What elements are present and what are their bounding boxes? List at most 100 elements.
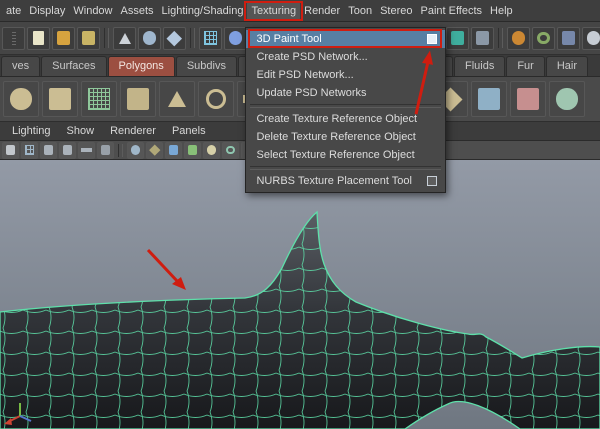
display-layers-icon[interactable]	[557, 26, 580, 50]
poly-sphere-icon[interactable]	[3, 81, 39, 117]
poly-torus-icon-glyph	[206, 89, 226, 109]
interactive-split-icon[interactable]	[471, 81, 507, 117]
xray-icon[interactable]	[203, 141, 220, 159]
select-by-component-icon[interactable]	[163, 26, 186, 50]
snap-to-curve-icon[interactable]	[224, 26, 247, 50]
menu-help[interactable]: Help	[486, 2, 517, 20]
menu-item-delete-texture-reference-object[interactable]: Delete Texture Reference Object	[246, 128, 445, 146]
poly-sphere-axes-icon[interactable]	[81, 81, 117, 117]
poly-cone-icon-glyph	[168, 91, 186, 107]
smooth-icon-glyph	[556, 88, 578, 110]
two-panes-icon[interactable]	[184, 141, 201, 159]
quick-select-icon[interactable]	[582, 26, 600, 50]
menu-ate[interactable]: ate	[2, 2, 25, 20]
menu-item-label: Edit PSD Network...	[256, 69, 354, 81]
bookmarks-icon[interactable]	[146, 141, 163, 159]
paint-effects-icon[interactable]	[507, 26, 530, 50]
new-scene-icon[interactable]	[27, 26, 50, 50]
menu-render[interactable]: Render	[300, 2, 344, 20]
menu-toon[interactable]: Toon	[344, 2, 376, 20]
panel-menu-renderer[interactable]: Renderer	[102, 123, 164, 139]
open-scene-icon[interactable]	[52, 26, 75, 50]
render-settings-icon[interactable]	[471, 26, 494, 50]
menu-item-edit-psd-network[interactable]: Edit PSD Network...	[246, 66, 445, 84]
toolbar-separator	[104, 28, 109, 48]
panel-menu-show[interactable]: Show	[59, 123, 103, 139]
grid-toggle-icon[interactable]	[21, 141, 38, 159]
panel-menu-lighting[interactable]: Lighting	[4, 123, 59, 139]
gate-mask-icon-glyph	[81, 148, 92, 152]
bookmarks-icon-glyph	[149, 144, 160, 156]
shelf-tab-surfaces[interactable]: Surfaces	[41, 56, 107, 76]
two-panes-icon-glyph	[187, 145, 198, 155]
panel-separator	[118, 143, 123, 157]
menu-display[interactable]: Display	[25, 2, 69, 20]
poly-cube-icon[interactable]	[42, 81, 78, 117]
viewport[interactable]	[0, 160, 600, 429]
wireframe-on-shaded-icon[interactable]	[222, 141, 239, 159]
shelf-tab-polygons[interactable]: Polygons	[107, 56, 175, 76]
shelf-tab-fluids[interactable]: Fluids	[453, 56, 506, 76]
hypershade-icon[interactable]	[532, 26, 555, 50]
menu-item-update-psd-networks[interactable]: Update PSD Networks	[246, 84, 445, 102]
menu-item-select-texture-reference-object[interactable]: Select Texture Reference Object	[246, 146, 445, 164]
panel-menu-panels[interactable]: Panels	[164, 123, 214, 139]
save-scene-icon[interactable]	[77, 26, 100, 50]
option-box-icon[interactable]	[427, 34, 438, 44]
film-gate-icon[interactable]	[40, 141, 57, 159]
option-box-icon[interactable]	[427, 176, 438, 186]
smooth-icon[interactable]	[549, 81, 585, 117]
poly-torus-icon[interactable]	[198, 81, 234, 117]
menu-item-create-texture-reference-object[interactable]: Create Texture Reference Object	[246, 110, 445, 128]
poly-sphere-icon-glyph	[10, 88, 32, 110]
menu-separator	[250, 104, 442, 108]
camera-attributes-icon-glyph	[130, 145, 141, 155]
menu-item-label: Update PSD Networks	[256, 87, 367, 99]
snap-to-curve-icon-glyph	[228, 31, 242, 45]
select-by-object-icon[interactable]	[138, 26, 161, 50]
viewport-canvas[interactable]	[0, 160, 600, 429]
ipr-render-icon[interactable]	[446, 26, 469, 50]
menu-stereo[interactable]: Stereo	[376, 2, 416, 20]
menu-texturing[interactable]: Texturing	[247, 1, 301, 20]
open-scene-icon-glyph	[56, 31, 70, 45]
menu-item-3d-paint-tool[interactable]: 3D Paint Tool	[246, 30, 446, 48]
save-scene-icon-glyph	[81, 31, 95, 45]
append-polygon-icon[interactable]	[510, 81, 546, 117]
texturing-menu: 3D Paint Tool Create PSD Network... Edit P…	[246, 30, 446, 190]
hypershade-icon-glyph	[537, 31, 550, 45]
gate-mask-icon[interactable]	[78, 141, 95, 159]
shelf-tab-fur[interactable]: Fur	[506, 56, 545, 76]
append-polygon-icon-glyph	[517, 88, 539, 110]
grid-toggle-icon-glyph	[24, 145, 35, 155]
shelf-tab-subdivs[interactable]: Subdivs	[175, 56, 237, 76]
toolbar-separator	[498, 28, 503, 48]
menu-separator	[250, 166, 442, 170]
menu-window[interactable]: Window	[69, 2, 116, 20]
image-plane-icon[interactable]	[165, 141, 182, 159]
menu-assets[interactable]: Assets	[117, 2, 158, 20]
toolbox-grip-icon[interactable]	[2, 26, 25, 50]
shark-wireframe-model[interactable]	[0, 210, 600, 429]
texturing-dropdown: 3D Paint Tool Create PSD Network... Edit P…	[245, 27, 447, 193]
menu-paint-effects[interactable]: Paint Effects	[416, 2, 486, 20]
toolbox-grip-icon-glyph	[11, 30, 16, 46]
display-layers-icon-glyph	[561, 31, 575, 45]
maya-window: ate Display Window Assets Lighting/Shading Te…	[0, 0, 600, 429]
select-camera-icon[interactable]	[2, 141, 19, 159]
poly-cylinder-icon[interactable]	[120, 81, 156, 117]
menu-item-create-psd-network[interactable]: Create PSD Network...	[246, 48, 445, 66]
menu-lighting-shading[interactable]: Lighting/Shading	[158, 2, 248, 20]
shelf-tab-hair[interactable]: Hair	[545, 56, 588, 76]
select-by-object-icon-glyph	[142, 31, 156, 45]
shelf-tab-ves[interactable]: ves	[1, 56, 41, 76]
select-by-hierarchy-icon[interactable]	[113, 26, 136, 50]
interactive-split-icon-glyph	[478, 88, 500, 110]
field-chart-icon[interactable]	[97, 141, 114, 159]
poly-cone-icon[interactable]	[159, 81, 195, 117]
resolution-gate-icon[interactable]	[59, 141, 76, 159]
menu-item-nurbs-texture-placement-tool[interactable]: NURBS Texture Placement Tool	[246, 172, 445, 190]
camera-attributes-icon[interactable]	[127, 141, 144, 159]
snap-to-grid-icon[interactable]	[199, 26, 222, 50]
menu-item-label: Select Texture Reference Object	[256, 149, 415, 161]
